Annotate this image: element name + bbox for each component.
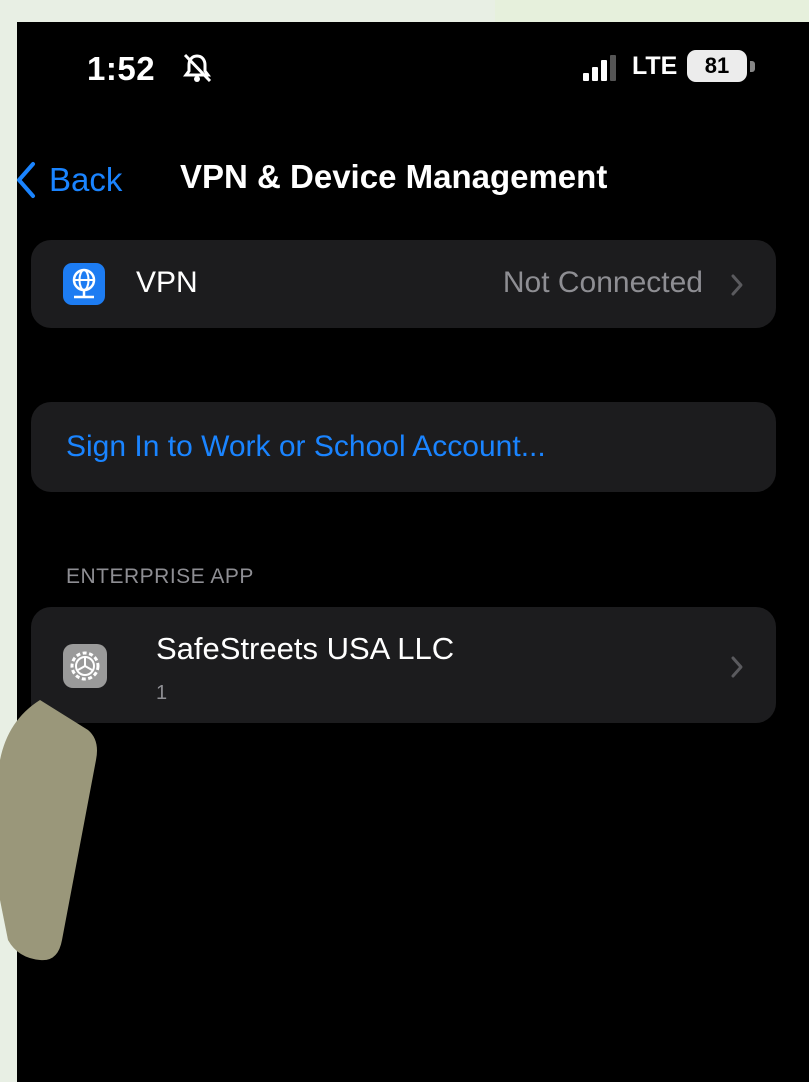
- signal-bars-icon: [583, 55, 616, 81]
- chevron-left-icon: [17, 162, 35, 198]
- battery-level: 81: [704, 53, 730, 78]
- vpn-globe-icon: [63, 263, 105, 305]
- vpn-status: Not Connected: [502, 266, 703, 299]
- page-title: VPN & Device Management: [180, 158, 608, 195]
- signin-link[interactable]: Sign In to Work or School Account...: [66, 430, 546, 464]
- battery-icon: 81: [687, 50, 757, 84]
- chevron-right-icon: [731, 274, 743, 296]
- back-button[interactable]: Back: [15, 155, 122, 205]
- network-type: LTE: [632, 52, 678, 80]
- settings-gear-icon: [63, 644, 107, 688]
- status-time: 1:52: [87, 50, 156, 87]
- enterprise-app-name: SafeStreets USA LLC: [156, 631, 455, 666]
- bell-slash-icon: [183, 53, 212, 83]
- section-header-enterprise: ENTERPRISE APP: [66, 565, 254, 588]
- back-label: Back: [49, 161, 123, 198]
- battery-tip: [750, 61, 755, 72]
- enterprise-app-count: 1: [156, 682, 168, 704]
- vpn-label: VPN: [136, 266, 198, 299]
- enterprise-app-row[interactable]: SafeStreets USA LLC 1: [31, 607, 776, 723]
- background-corner-tab: [495, 0, 809, 22]
- chevron-right-icon: [731, 656, 743, 678]
- overlay-arrow-icon: [0, 700, 97, 961]
- signin-row[interactable]: Sign In to Work or School Account...: [31, 402, 776, 492]
- vpn-row[interactable]: VPN Not Connected: [31, 240, 776, 328]
